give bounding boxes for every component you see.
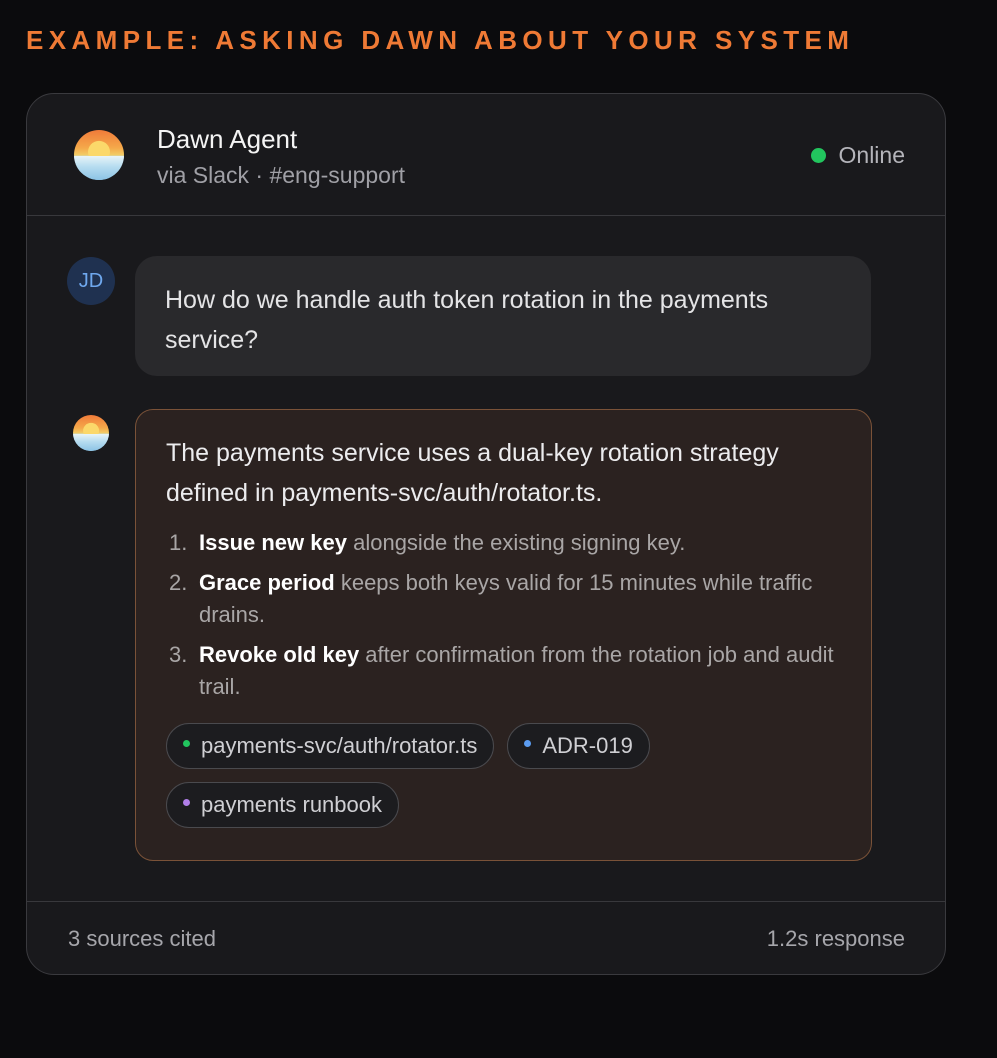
source-chips: payments-svc/auth/rotator.ts ADR-019 pay… <box>166 723 766 828</box>
section-label: EXAMPLE: ASKING DAWN ABOUT YOUR SYSTEM <box>26 25 855 55</box>
agent-avatar-icon <box>73 415 109 451</box>
source-dot-icon <box>183 799 190 806</box>
user-message-bubble: How do we handle auth token rotation in … <box>135 256 871 376</box>
agent-intro-text: The payments service uses a dual-key rot… <box>166 439 779 507</box>
chat-footer: 3 sources cited 1.2s response <box>27 901 945 974</box>
step-title: Issue new key <box>199 530 347 555</box>
status-indicator: Online <box>810 142 905 169</box>
list-item: 2. Grace period keeps both keys valid for… <box>166 567 841 631</box>
source-chip-label: payments-svc/auth/rotator.ts <box>201 733 478 758</box>
step-number: 3. <box>169 642 188 667</box>
source-dot-icon <box>524 740 532 747</box>
source-chip-label: ADR-019 <box>542 733 633 758</box>
dawn-logo-icon <box>74 130 124 180</box>
chat-header: Dawn Agent via Slack · #eng-support Onli… <box>27 94 945 216</box>
step-title: Grace period <box>199 570 335 595</box>
agent-message-bubble: The payments service uses a dual-key rot… <box>135 409 872 861</box>
step-number: 2. <box>169 570 188 595</box>
list-item: 3. Revoke old key after confirmation from… <box>166 639 841 703</box>
step-detail: alongside the existing signing key. <box>346 530 686 555</box>
step-number: 1. <box>169 530 188 555</box>
source-chip-adr[interactable]: ADR-019 <box>507 723 650 769</box>
online-dot-icon <box>810 148 826 163</box>
source-chip-runbook[interactable]: payments runbook <box>166 782 399 828</box>
user-avatar: JD <box>67 257 115 305</box>
source-chip-label: payments runbook <box>201 792 382 817</box>
source-dot-icon <box>183 740 190 747</box>
channel-subtitle: via Slack · #eng-support <box>157 162 406 188</box>
response-time: 1.2s response <box>766 926 905 951</box>
step-title: Revoke old key <box>199 642 360 667</box>
sources-count: 3 sources cited <box>68 926 216 951</box>
source-chip-rotator[interactable]: payments-svc/auth/rotator.ts <box>166 723 495 769</box>
agent-name: Dawn Agent <box>157 124 298 154</box>
status-label: Online <box>838 142 905 168</box>
rotation-steps-list: 1. Issue new key alongside the existing s… <box>166 527 841 703</box>
list-item: 1. Issue new key alongside the existing s… <box>166 527 841 559</box>
chat-card: Dawn Agent via Slack · #eng-support Onli… <box>26 93 946 975</box>
